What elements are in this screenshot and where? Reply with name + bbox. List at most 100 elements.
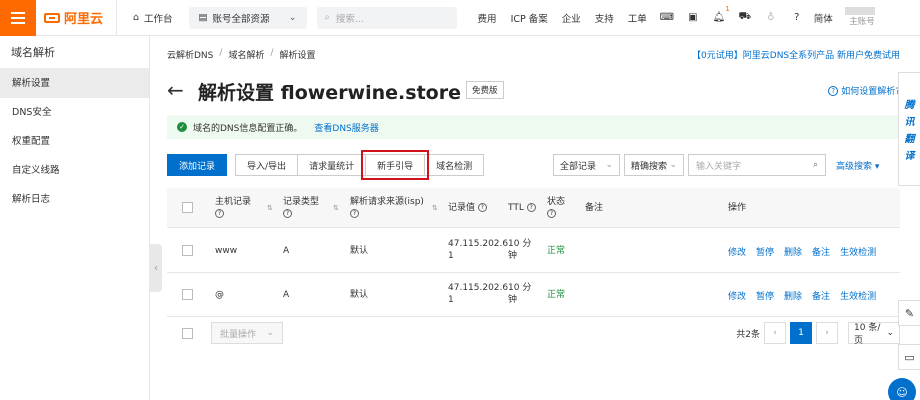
link-support[interactable]: 支持 — [588, 11, 621, 25]
main-content: 云解析DNS / 域名解析 / 解析设置 【0元试用】阿里云DNS全系列产品 新… — [151, 36, 920, 400]
beginner-guide-button[interactable]: 新手引导 — [361, 150, 430, 180]
logo-text: 阿里云 — [64, 12, 104, 27]
edit-link[interactable]: 修改 — [728, 245, 746, 258]
select-all-checkbox[interactable] — [182, 202, 193, 213]
view-dns-servers-link[interactable]: 查看DNS服务器 — [314, 121, 378, 134]
chevron-down-icon: ⌄ — [288, 12, 297, 23]
header-remark: 备注 — [585, 203, 604, 213]
bell-icon[interactable]: 🔔︎ 1 — [712, 5, 729, 25]
back-arrow-icon[interactable]: ← — [167, 80, 184, 100]
help-icon[interactable]: ? — [790, 11, 804, 25]
edit-feedback-icon[interactable]: ✎ — [898, 300, 920, 326]
cell-value-line: 1 — [448, 251, 454, 261]
chat-icon[interactable]: ▭ — [898, 344, 920, 370]
aliyun-logo[interactable]: 阿里云 — [44, 8, 116, 27]
edition-tag: 免费版 — [466, 81, 504, 99]
row-checkbox[interactable] — [182, 245, 193, 256]
header-isp-label: 解析请求来源(isp) — [350, 197, 424, 207]
cell-ttl-line: 钟 — [508, 251, 518, 261]
translate-banner[interactable]: 腾 讯 翻 译 — [898, 72, 920, 186]
page-current[interactable]: 1 — [790, 322, 812, 344]
search-icon[interactable]: ⌕ — [813, 160, 818, 170]
notification-badge: 1 — [725, 4, 730, 13]
check-effect-link[interactable]: 生效检测 — [840, 245, 876, 258]
link-fees[interactable]: 费用 — [471, 11, 504, 25]
help-link[interactable]: ? 如何设置解析? — [828, 84, 900, 97]
link-icp[interactable]: ICP 备案 — [504, 11, 555, 25]
page-size-select[interactable]: 10 条/页 ⌄ — [848, 322, 900, 346]
help-link-label: 如何设置解析? — [841, 87, 900, 97]
menu-icon[interactable] — [0, 0, 36, 36]
check-effect-link[interactable]: 生效检测 — [840, 289, 876, 302]
sidebar-item-log[interactable]: 解析日志 — [0, 185, 149, 214]
search-icon: ⌕ — [324, 12, 330, 23]
question-icon: ? — [828, 85, 839, 96]
search-mode-select[interactable]: 精确搜索 ⌄ — [624, 154, 684, 176]
chevron-down-icon: ⌄ — [669, 160, 677, 170]
delete-link[interactable]: 删除 — [784, 245, 802, 258]
lightbulb-icon[interactable]: ♁ — [764, 11, 778, 25]
header-type[interactable]: 记录类型? — [283, 196, 319, 220]
remark-link[interactable]: 备注 — [812, 289, 830, 302]
link-enterprise[interactable]: 企业 — [555, 11, 588, 25]
remark-link[interactable]: 备注 — [812, 245, 830, 258]
breadcrumb-domain[interactable]: 域名解析 — [228, 48, 264, 61]
sort-icon[interactable]: ⇅ — [432, 202, 438, 214]
assistant-icon[interactable]: ☺ — [888, 378, 916, 400]
row-checkbox[interactable] — [182, 289, 193, 300]
alert-text: 域名的DNS信息配置正确。 — [193, 123, 303, 134]
workbench-button[interactable]: ⌂ 工作台 — [123, 7, 183, 29]
breadcrumb-sep: / — [270, 48, 274, 58]
delete-link[interactable]: 删除 — [784, 289, 802, 302]
language-switch[interactable]: 简体 — [814, 11, 833, 25]
resources-dropdown[interactable]: ▤ 账号全部资源 ⌄ — [188, 6, 307, 29]
user-account[interactable]: 主账号 — [844, 7, 875, 28]
breadcrumb-dns[interactable]: 云解析DNS — [167, 48, 213, 61]
advanced-search-link[interactable]: 高级搜索 ▾ — [836, 159, 879, 172]
prev-page-button[interactable]: ‹ — [764, 322, 786, 344]
question-icon: ? — [526, 203, 536, 212]
banner-char: 译 — [904, 151, 915, 162]
pause-link[interactable]: 暂停 — [756, 289, 774, 302]
sidebar-item-custom-line[interactable]: 自定义线路 — [0, 156, 149, 185]
cell-value-line: 47.115.202.6 — [448, 283, 509, 293]
edit-link[interactable]: 修改 — [728, 289, 746, 302]
banner-char: 腾 — [904, 100, 915, 111]
cell-host: @ — [215, 290, 224, 300]
advanced-search-label: 高级搜索 — [836, 161, 873, 172]
terminal-icon[interactable]: ⌨ — [660, 11, 674, 25]
keyword-input[interactable]: 输入关键字 ⌕ — [688, 154, 826, 176]
header-isp[interactable]: 解析请求来源(isp)? — [350, 196, 424, 220]
search-input[interactable]: ⌕ 搜索... — [316, 6, 457, 29]
image-icon[interactable]: ▣ — [686, 11, 700, 25]
toolbar: 添加记录 导入/导出 请求量统计 新手引导 域名检测 — [167, 150, 485, 180]
search-mode-value: 精确搜索 — [631, 161, 668, 172]
header-status-label: 状态 — [547, 197, 566, 207]
top-bar: 阿里云 ⌂ 工作台 ▤ 账号全部资源 ⌄ ⌕ 搜索... 费用 ICP 备案 企… — [0, 0, 920, 36]
add-record-button[interactable]: 添加记录 — [167, 154, 228, 176]
cell-value-line: 47.115.202.6 — [448, 239, 509, 249]
sidebar-item-weight[interactable]: 权重配置 — [0, 127, 149, 156]
question-icon: ? — [547, 209, 556, 218]
promo-link[interactable]: 【0元试用】阿里云DNS全系列产品 新用户免费试用 — [692, 48, 900, 61]
import-export-button[interactable]: 导入/导出 — [235, 154, 299, 176]
batch-actions-button[interactable]: 批量操作 ⌄ — [211, 322, 283, 344]
sort-icon[interactable]: ⇅ — [267, 202, 273, 214]
cell-ttl-line: 10 分 — [508, 239, 532, 249]
domain-check-button[interactable]: 域名检测 — [424, 154, 485, 176]
pagination: 共2条 ‹ 1 › 10 条/页 ⌄ — [736, 322, 900, 346]
chevron-down-icon: ⌄ — [266, 328, 274, 338]
sidebar: 域名解析 解析设置 DNS安全 权重配置 自定义线路 解析日志 — [0, 36, 150, 400]
header-host[interactable]: 主机记录? — [215, 196, 251, 220]
record-filter-select[interactable]: 全部记录 ⌄ — [553, 154, 620, 176]
cart-icon[interactable]: ⛟ — [738, 11, 752, 25]
pause-link[interactable]: 暂停 — [756, 245, 774, 258]
link-ticket[interactable]: 工单 — [621, 11, 654, 25]
request-stats-button[interactable]: 请求量统计 — [297, 154, 367, 176]
cell-value-line: 1 — [448, 295, 454, 305]
footer-select-checkbox[interactable] — [182, 328, 193, 339]
next-page-button[interactable]: › — [816, 322, 838, 344]
sort-icon[interactable]: ⇅ — [333, 202, 339, 214]
sidebar-item-dns-security[interactable]: DNS安全 — [0, 98, 149, 127]
sidebar-item-settings[interactable]: 解析设置 — [0, 69, 149, 98]
